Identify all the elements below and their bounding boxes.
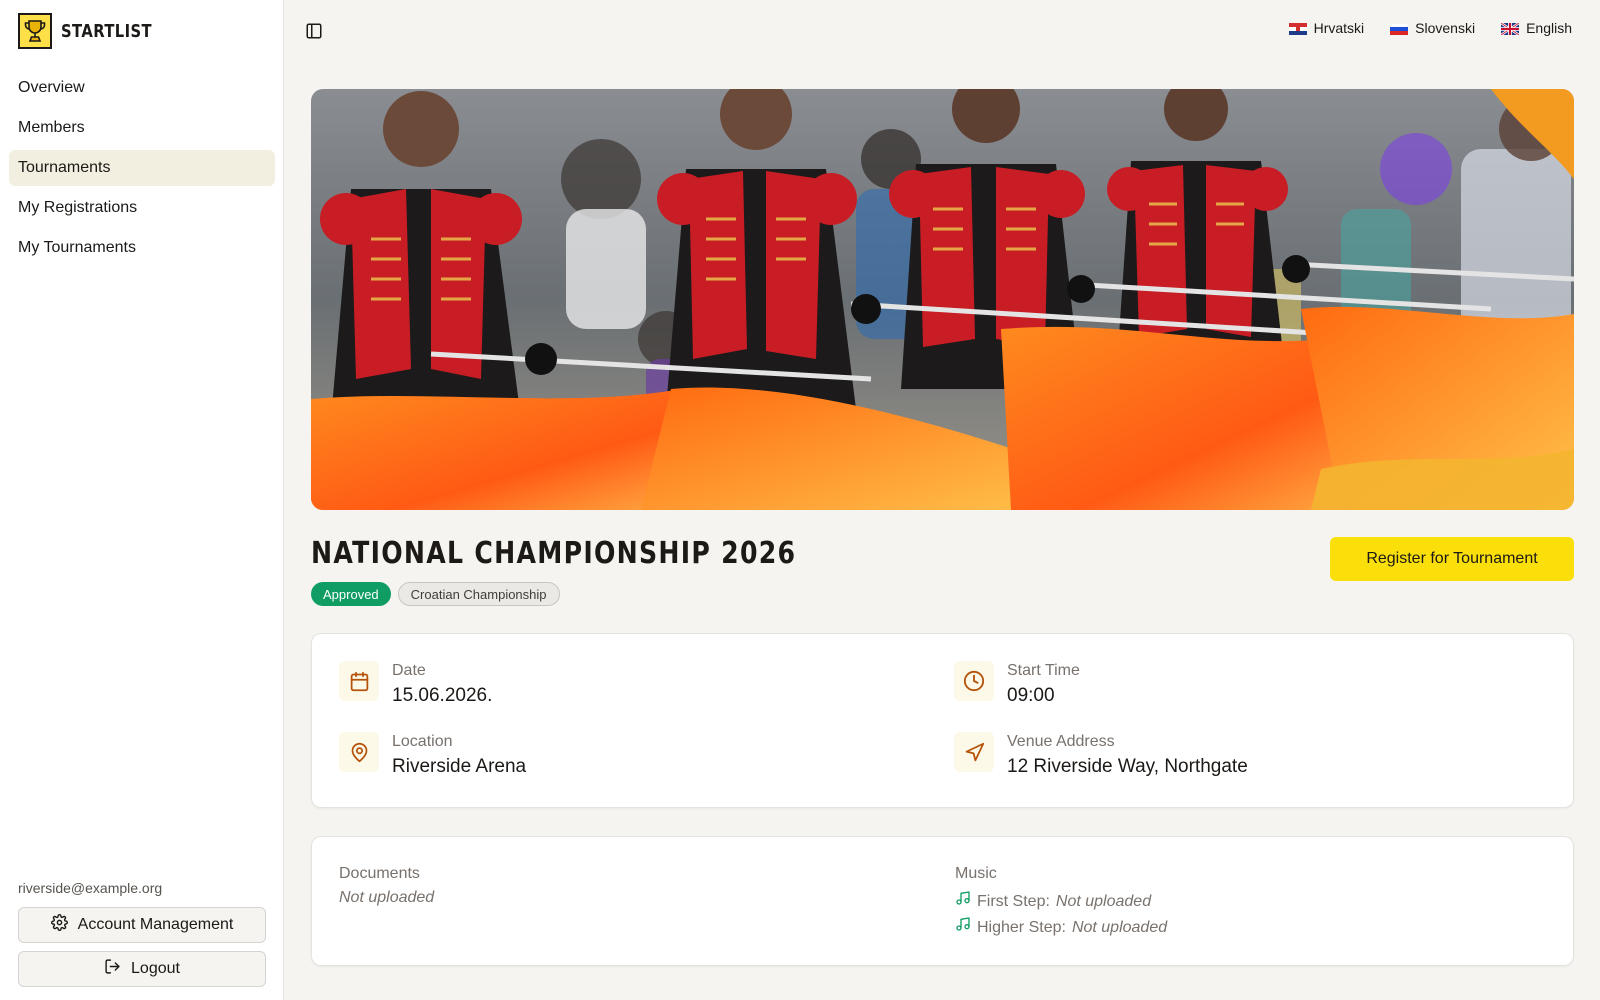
- language-english[interactable]: English: [1500, 20, 1572, 36]
- location-value: Riverside Arena: [392, 756, 527, 777]
- music-note-icon: [955, 915, 971, 941]
- logout-label: Logout: [131, 960, 180, 977]
- start-time-detail: Start Time 09:00: [954, 661, 1080, 709]
- tournament-title: NATIONAL CHAMPIONSHIP 2026: [311, 536, 797, 571]
- location-label: Location: [392, 733, 453, 750]
- higher-step-label: Higher Step:: [977, 919, 1066, 936]
- venue-address-detail: Venue Address 12 Riverside Way, Northgat…: [954, 732, 1248, 780]
- user-email: riverside@example.org: [18, 880, 163, 896]
- first-step-value: Not uploaded: [1055, 893, 1152, 910]
- documents-label: Documents: [339, 865, 420, 882]
- venue-address-value: 12 Riverside Way, Northgate: [1007, 756, 1248, 777]
- date-label: Date: [392, 662, 426, 679]
- documents-music-card: Documents Not uploaded Music First Step:…: [311, 836, 1574, 966]
- brand[interactable]: STARTLIST: [18, 13, 172, 49]
- date-value: 15.06.2026.: [392, 685, 493, 706]
- language-slovenian[interactable]: Slovenski: [1389, 20, 1476, 36]
- language-label: English: [1526, 20, 1572, 36]
- sidebar-nav: Overview Members Tournaments My Registra…: [9, 70, 275, 270]
- logout-icon: [104, 958, 121, 980]
- sidebar-item-tournaments[interactable]: Tournaments: [9, 150, 275, 186]
- croatia-flag-icon: [1288, 22, 1307, 35]
- higher-step-value: Not uploaded: [1071, 919, 1168, 936]
- account-management-button[interactable]: Account Management: [18, 907, 266, 943]
- account-management-label: Account Management: [77, 916, 234, 933]
- sidebar-toggle-icon[interactable]: [303, 20, 325, 42]
- tournament-badges: Approved Croatian Championship: [311, 582, 560, 606]
- map-pin-icon: [339, 732, 379, 772]
- tournament-banner-image: [311, 89, 1574, 510]
- uk-flag-icon: [1500, 22, 1520, 36]
- documents-value: Not uploaded: [339, 889, 435, 906]
- date-detail: Date 15.06.2026.: [339, 661, 492, 709]
- music-label: Music: [955, 865, 997, 882]
- sidebar: STARTLIST Overview Members Tournaments M…: [0, 0, 284, 1000]
- status-badge: Approved: [311, 582, 391, 606]
- register-button[interactable]: Register for Tournament: [1330, 537, 1574, 581]
- start-time-label: Start Time: [1007, 662, 1080, 679]
- language-label: Slovenski: [1415, 20, 1476, 36]
- trophy-icon: [18, 13, 52, 49]
- brand-name: STARTLIST: [61, 20, 153, 42]
- language-croatian[interactable]: Hrvatski: [1288, 20, 1365, 36]
- music-higher-step: Higher Step: Not uploaded: [955, 915, 1167, 941]
- language-switcher: Hrvatski Slovenski English: [1288, 20, 1572, 36]
- category-badge: Croatian Championship: [397, 582, 560, 606]
- sidebar-item-my-tournaments[interactable]: My Tournaments: [9, 230, 275, 266]
- music-note-icon: [955, 889, 971, 915]
- navigation-arrow-icon: [954, 732, 994, 772]
- calendar-icon: [339, 661, 379, 701]
- slovenia-flag-icon: [1389, 22, 1409, 35]
- documents-section: Documents Not uploaded: [339, 864, 434, 907]
- tournament-details-card: Date 15.06.2026. Start Time 09:00 Locati…: [311, 633, 1574, 808]
- first-step-label: First Step:: [977, 893, 1050, 910]
- venue-address-label: Venue Address: [1007, 733, 1115, 750]
- sidebar-item-members[interactable]: Members: [9, 110, 275, 146]
- start-time-value: 09:00: [1007, 685, 1055, 706]
- sidebar-item-overview[interactable]: Overview: [9, 70, 275, 106]
- music-first-step: First Step: Not uploaded: [955, 889, 1167, 915]
- location-detail: Location Riverside Arena: [339, 732, 526, 780]
- logout-button[interactable]: Logout: [18, 951, 266, 987]
- sidebar-item-my-registrations[interactable]: My Registrations: [9, 190, 275, 226]
- clock-icon: [954, 661, 994, 701]
- language-label: Hrvatski: [1313, 20, 1365, 36]
- music-section: Music First Step: Not uploaded Higher St…: [955, 864, 1167, 941]
- gear-icon: [50, 914, 68, 936]
